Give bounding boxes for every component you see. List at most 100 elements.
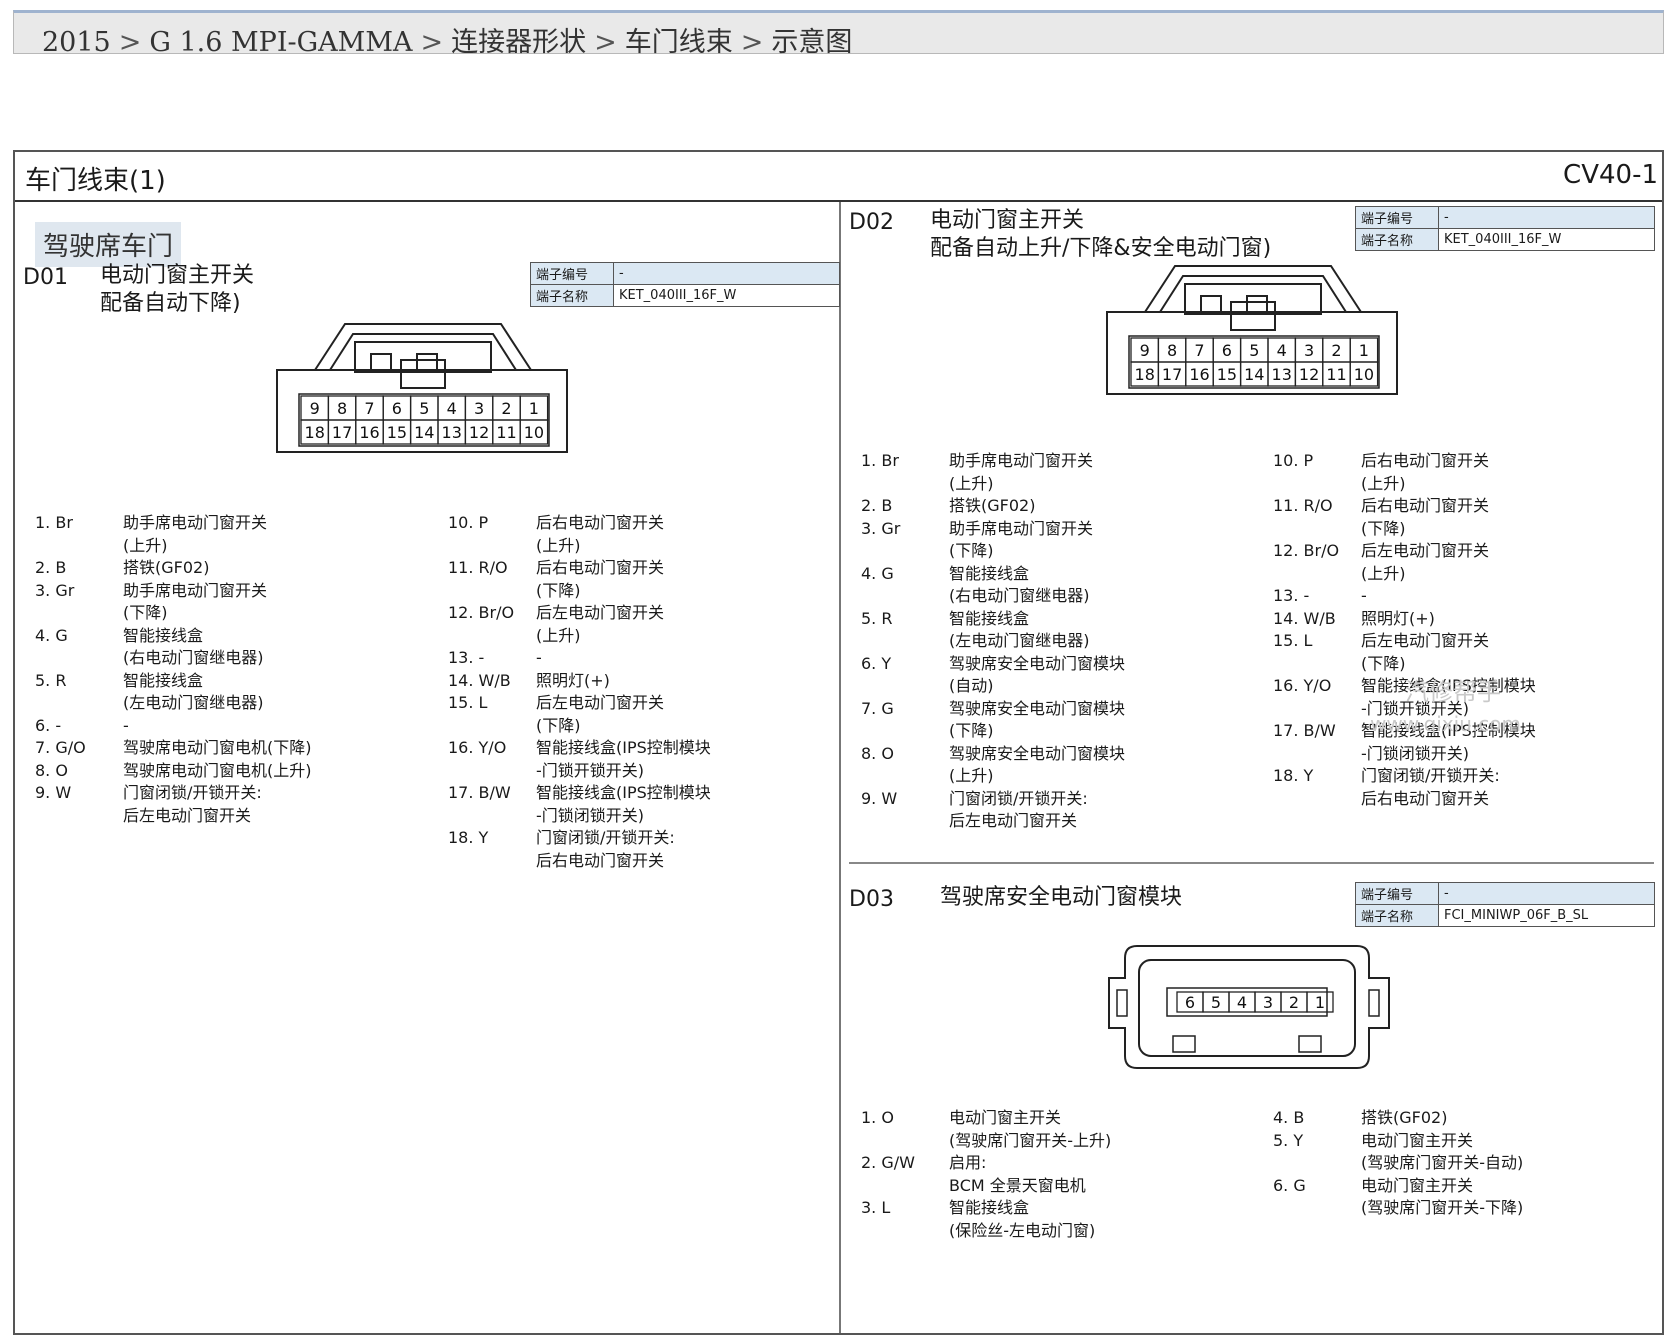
pin-label: 2. G/W xyxy=(861,1153,915,1172)
pin-description: 照明灯(+) xyxy=(536,670,610,690)
pin-entry: 8. O 驾驶席电动门窗电机(上升) xyxy=(35,760,312,783)
pin-entry: 1. Br 助手席电动门窗开关 xyxy=(35,512,312,535)
pin-description: 驾驶席安全电动门窗模块 xyxy=(949,698,1126,718)
pin-entry: (驾驶席门窗开关-上升) xyxy=(861,1130,1111,1153)
pin-description: 搭铁(GF02) xyxy=(949,496,1036,515)
pin-entry: BCM 全景天窗电机 xyxy=(861,1175,1111,1198)
pin-label: 3. Gr xyxy=(861,518,901,538)
pin-description: 后右电动门窗开关 xyxy=(1361,451,1490,470)
pin-label xyxy=(1273,743,1361,766)
pin-label xyxy=(1273,1197,1361,1220)
d02-id: D02 xyxy=(849,210,894,235)
pin-label: 2. B xyxy=(35,558,67,577)
pin-label: 14. W/B xyxy=(1273,608,1336,628)
pin-label xyxy=(1273,788,1361,811)
pin-entry: 14. W/B 照明灯(+) xyxy=(1273,608,1536,631)
breadcrumb-item[interactable]: 车门线束 xyxy=(625,27,733,58)
pin-label: 15. L xyxy=(448,693,488,712)
d03-id: D03 xyxy=(849,887,894,912)
pin-label: 2. B xyxy=(861,496,893,515)
pin-number: 3 xyxy=(1304,341,1314,360)
pin-entry: (右电动门窗继电器) xyxy=(35,647,312,670)
pin-label: 8. O xyxy=(35,760,68,780)
pin-description: -门锁闭锁开关) xyxy=(536,805,645,825)
pin-description: 助手席电动门窗开关 xyxy=(949,451,1094,470)
pin-number: 11 xyxy=(1326,365,1346,384)
pin-description: 后左电动门窗开关 xyxy=(1361,541,1490,560)
d03-terminal-table: 端子编号 - 端子名称 FCI_MINIWP_06F_B_SL xyxy=(1355,882,1655,927)
d01-pin-list-right: 10. P 后右电动门窗开关 (上升) 11. R/O 后右电动门窗开关 (下降) 12. … xyxy=(448,512,711,872)
breadcrumb-separator: > xyxy=(740,27,764,58)
section-label: 驾驶席车门 xyxy=(35,222,182,267)
pin-entry: -门锁闭锁开关) xyxy=(448,805,711,828)
pin-description: 门窗闭锁/开锁开关: xyxy=(123,783,262,802)
d02-terminal-table: 端子编号 - 端子名称 KET_040III_16F_W xyxy=(1355,206,1655,251)
pin-entry: 15. L 后左电动门窗开关 xyxy=(1273,630,1536,653)
pin-entry: (上升) xyxy=(448,535,711,558)
pin-description: 后左电动门窗开关 xyxy=(123,805,252,825)
pin-label xyxy=(448,580,536,603)
pin-description: 搭铁(GF02) xyxy=(1361,1108,1448,1127)
pin-description: (右电动门窗继电器) xyxy=(123,648,264,667)
pin-number: 17 xyxy=(1162,365,1182,384)
pin-label xyxy=(861,765,949,788)
pin-description: (上升) xyxy=(536,625,581,645)
breadcrumb-item[interactable]: 示意图 xyxy=(771,27,852,58)
sheet-title: 车门线束(1) xyxy=(25,166,166,196)
pin-entry: 13. - - xyxy=(1273,585,1536,608)
pin-description: -门锁开锁开关) xyxy=(536,760,645,780)
pin-entry: -门锁开锁开关) xyxy=(448,760,711,783)
pin-entry: 后右电动门窗开关 xyxy=(1273,788,1536,811)
pin-description: 后右电动门窗开关 xyxy=(536,558,665,577)
pin-description: (左电动门窗继电器) xyxy=(949,631,1090,650)
pin-description: (上升) xyxy=(536,535,581,555)
breadcrumb-separator: > xyxy=(118,27,142,58)
pin-entry: 18. Y 门窗闭锁/开锁开关: xyxy=(448,827,711,850)
pin-label: 14. W/B xyxy=(448,670,511,690)
pin-label: 1. O xyxy=(861,1108,894,1127)
breadcrumb: 2015 > G 1.6 MPI-GAMMA > 连接器形状 > 车门线束 > 示意图 xyxy=(13,10,1664,58)
pin-number: 5 xyxy=(1249,341,1259,360)
pin-number: 2 xyxy=(1331,341,1341,360)
breadcrumb-item[interactable]: G 1.6 MPI-GAMMA xyxy=(149,27,412,58)
pin-entry: 11. R/O 后右电动门窗开关 xyxy=(1273,495,1536,518)
d01-terminal-table: 端子编号 - 端子名称 KET_040III_16F_W xyxy=(530,262,840,307)
column-divider xyxy=(839,202,841,1333)
pin-entry: 7. G 驾驶席安全电动门窗模块 xyxy=(861,698,1125,721)
breadcrumb-item[interactable]: 连接器形状 xyxy=(451,27,586,58)
pin-description: 智能接线盒 xyxy=(123,670,204,690)
pin-label: 5. R xyxy=(861,608,893,628)
pin-description: 智能接线盒(IPS控制模块 xyxy=(536,738,711,757)
pin-description: 驾驶席电动门窗电机(下降) xyxy=(123,738,312,757)
pin-description: (下降) xyxy=(1361,653,1406,673)
pin-label: 5. R xyxy=(35,670,67,690)
pin-entry: 5. Y 电动门窗主开关 xyxy=(1273,1130,1523,1153)
pin-label xyxy=(1273,473,1361,496)
pin-label xyxy=(448,625,536,648)
pin-entry: 9. W 门窗闭锁/开锁开关: xyxy=(861,788,1125,811)
pin-description: (自动) xyxy=(949,676,994,695)
pin-label xyxy=(861,1175,949,1198)
pin-entry: (驾驶席门窗开关-自动) xyxy=(1273,1152,1523,1175)
pin-entry: 4. G 智能接线盒 xyxy=(35,625,312,648)
pin-description: 后左电动门窗开关 xyxy=(536,693,665,712)
pin-label xyxy=(448,535,536,558)
pin-number: 7 xyxy=(1194,341,1204,360)
pin-label: 1. Br xyxy=(35,513,73,532)
pin-label xyxy=(35,692,123,715)
pin-entry: 5. R 智能接线盒 xyxy=(35,670,312,693)
pin-label xyxy=(861,473,949,496)
pin-entry: (上升) xyxy=(448,625,711,648)
pin-description: - xyxy=(536,648,542,667)
pin-label: 3. Gr xyxy=(35,580,75,600)
pin-number: 10 xyxy=(524,423,544,442)
pin-entry: 12. Br/O 后左电动门窗开关 xyxy=(1273,540,1536,563)
pin-entry: (下降) xyxy=(1273,518,1536,541)
breadcrumb-item[interactable]: 2015 xyxy=(42,27,111,58)
pin-number: 9 xyxy=(1140,341,1150,360)
pin-description: (下降) xyxy=(949,721,994,740)
pin-description: 驾驶席电动门窗电机(上升) xyxy=(123,760,312,780)
pin-description: 智能接线盒 xyxy=(123,625,204,645)
pin-number: 16 xyxy=(359,423,379,442)
pin-number: 18 xyxy=(305,423,325,442)
